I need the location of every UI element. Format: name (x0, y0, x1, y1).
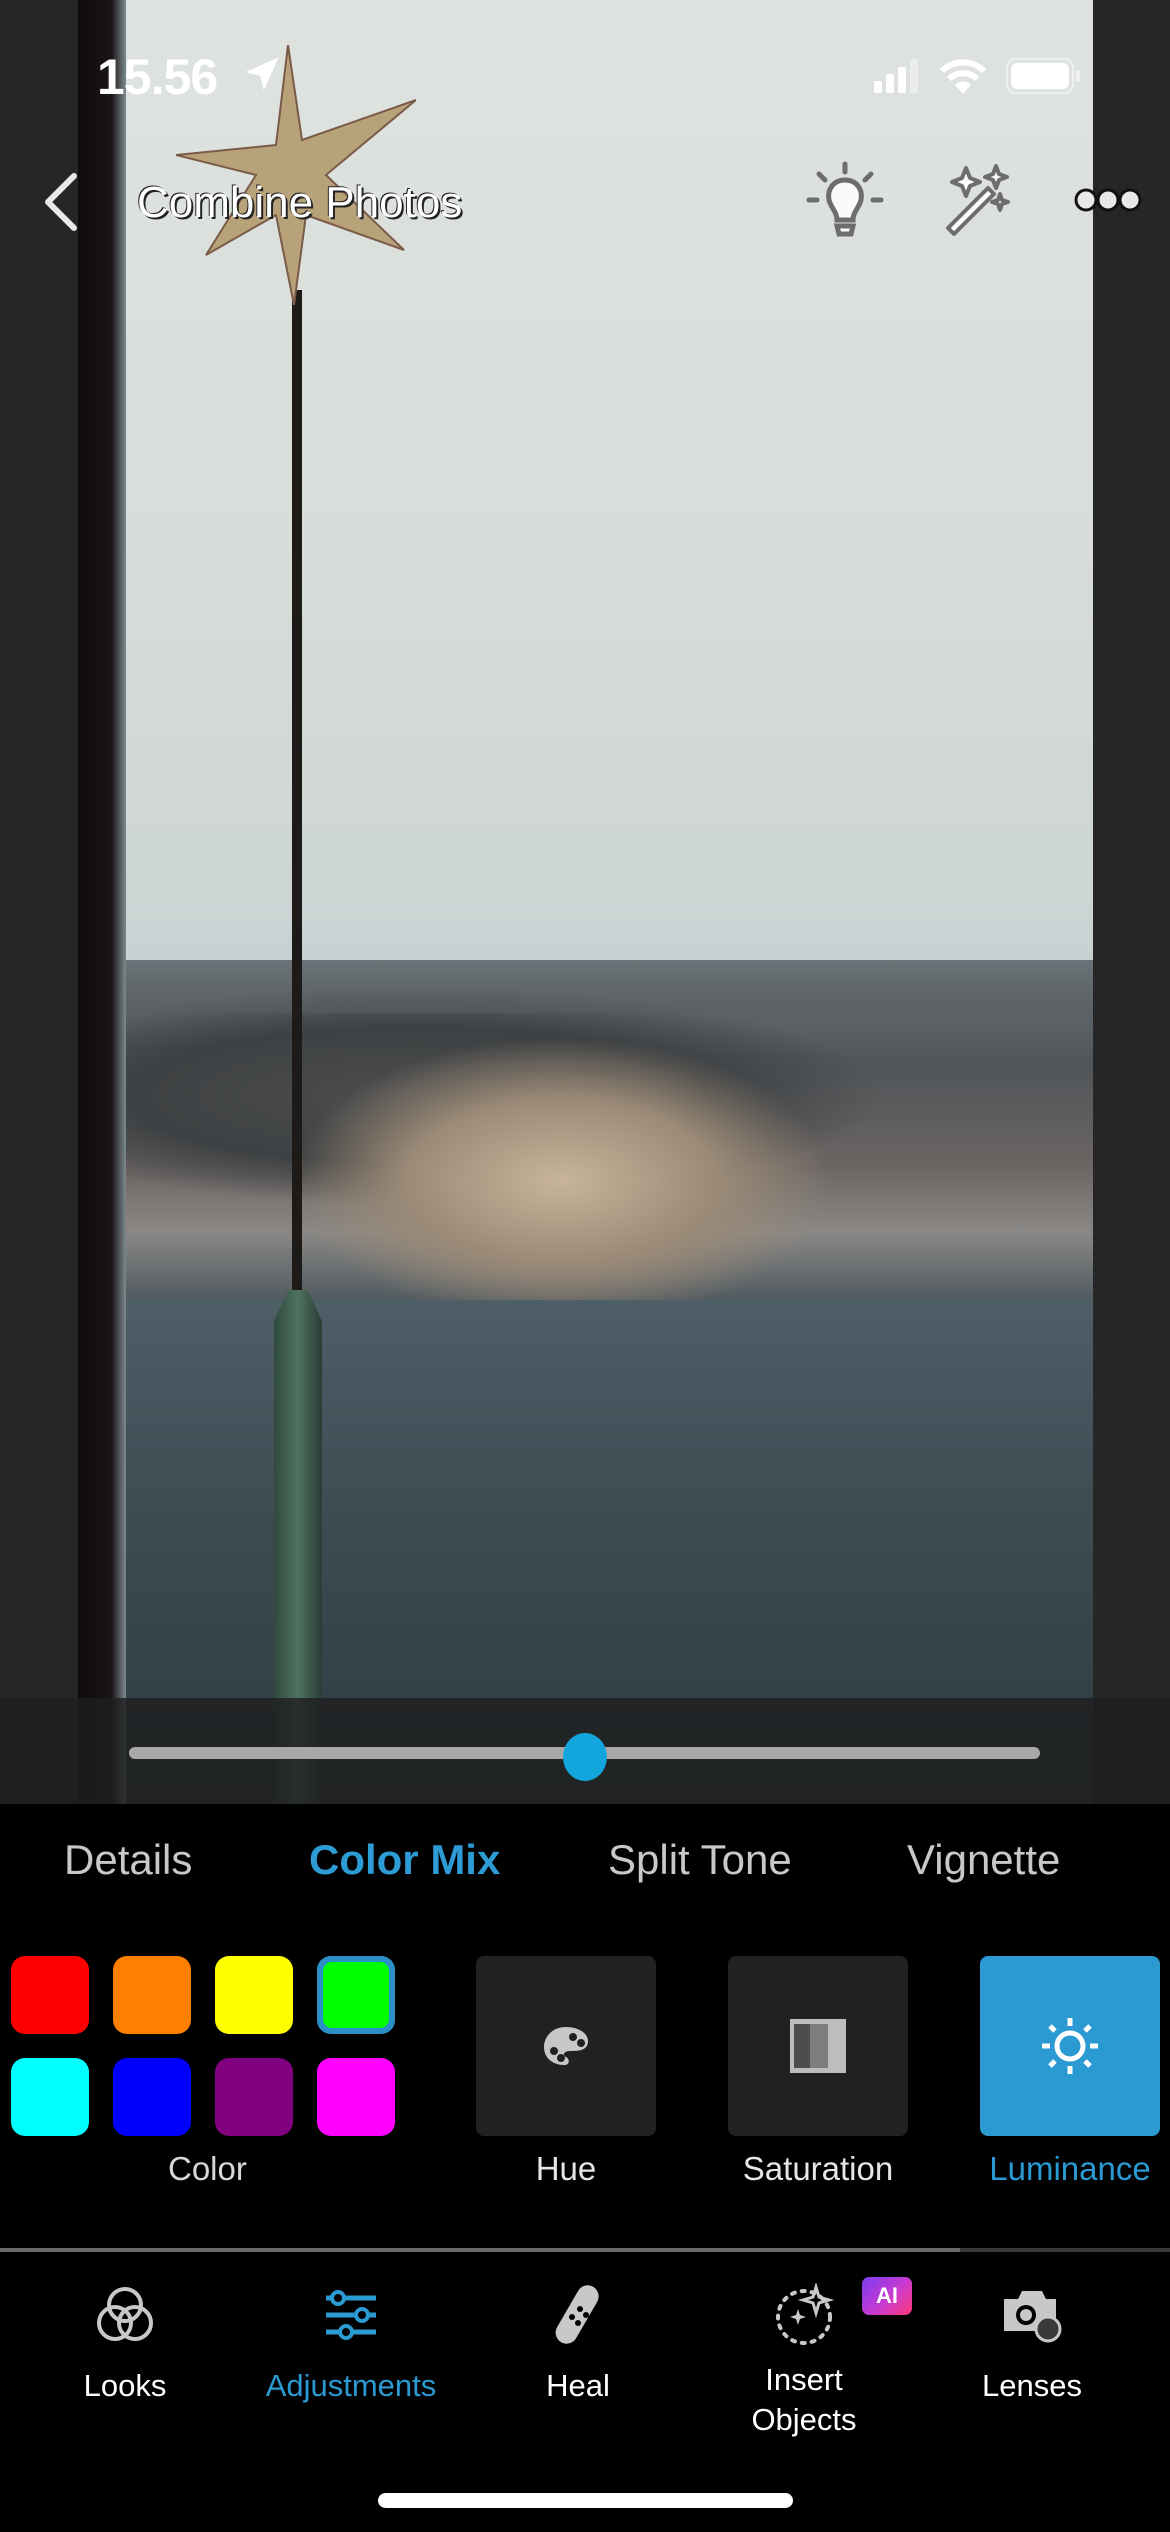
sun-icon (1042, 2018, 1098, 2074)
color-swatch-red[interactable] (11, 1956, 89, 2034)
lightbulb-icon (806, 161, 884, 237)
photo-spire (292, 290, 302, 1290)
nav-looks-label: Looks (83, 2368, 167, 2403)
saturation-button[interactable] (728, 1956, 908, 2136)
status-indicators (874, 58, 1082, 94)
cellular-signal-icon (874, 59, 918, 93)
panel-scroll-indicator (0, 2248, 960, 2252)
swatch-fill (323, 1962, 389, 2028)
wifi-icon (940, 59, 986, 94)
camera-lens-icon (1004, 2291, 1062, 2343)
more-button[interactable] (1068, 160, 1148, 240)
back-button[interactable] (38, 172, 82, 232)
home-indicator[interactable] (378, 2493, 793, 2508)
learn-button[interactable] (805, 160, 885, 240)
hue-button[interactable] (476, 1956, 656, 2136)
ai-badge: AI (862, 2277, 912, 2315)
color-swatch-green[interactable] (317, 1956, 395, 2034)
nav-lenses[interactable]: Lenses (932, 2280, 1132, 2406)
color-swatch-purple[interactable] (215, 2058, 293, 2136)
more-icon (1074, 188, 1142, 212)
luminance-slider-thumb[interactable] (562, 1733, 607, 1781)
status-time: 15.56 (97, 49, 218, 105)
battery-icon (1006, 58, 1080, 94)
nav-heal[interactable]: Heal (478, 2280, 678, 2406)
nav-adjustments[interactable]: Adjustments (251, 2280, 451, 2406)
color-swatch-magenta[interactable] (317, 2058, 395, 2136)
color-label: Color (168, 2150, 247, 2187)
nav-insert-objects-label-line1: Insert (765, 2362, 843, 2397)
tab-details[interactable]: Details (64, 1836, 192, 1884)
location-arrow-icon (245, 57, 279, 91)
tab-split-tone[interactable]: Split Tone (608, 1836, 792, 1884)
color-swatch-yellow[interactable] (215, 1956, 293, 2034)
color-swatch-orange[interactable] (113, 1956, 191, 2034)
color-swatch-blue[interactable] (113, 2058, 191, 2136)
color-swatch-aqua[interactable] (11, 2058, 89, 2136)
photo-window-frame (78, 0, 126, 1804)
sliders-icon (326, 2290, 376, 2340)
edited-photo[interactable] (78, 0, 1093, 1804)
magic-wand-icon (946, 164, 1010, 236)
auto-enhance-button[interactable] (938, 160, 1018, 240)
photo-canvas[interactable] (0, 0, 1170, 1804)
tab-color-mix[interactable]: Color Mix (309, 1836, 500, 1884)
nav-adjustments-label: Adjustments (265, 2368, 437, 2403)
hue-label: Hue (535, 2150, 597, 2187)
luminance-button[interactable] (980, 1956, 1160, 2136)
tab-vignette[interactable]: Vignette (907, 1836, 1060, 1884)
nav-insert-objects-label: Insert Objects (751, 2360, 856, 2440)
saturation-label: Saturation (742, 2150, 894, 2187)
page-title: Combine Photos (137, 178, 463, 227)
nav-insert-objects-label-line2: Objects (751, 2402, 857, 2437)
nav-looks[interactable]: Looks (25, 2280, 225, 2406)
looks-circles-icon (97, 2287, 153, 2341)
palette-icon (544, 2027, 588, 2065)
nav-heal-label: Heal (546, 2368, 610, 2403)
bandage-icon (555, 2285, 599, 2344)
saturation-icon (790, 2019, 846, 2073)
photo-cityscape (126, 960, 1093, 1300)
insert-objects-sparkle-icon (776, 2283, 835, 2345)
nav-lenses-label: Lenses (982, 2368, 1082, 2403)
luminance-label: Luminance (989, 2150, 1151, 2187)
